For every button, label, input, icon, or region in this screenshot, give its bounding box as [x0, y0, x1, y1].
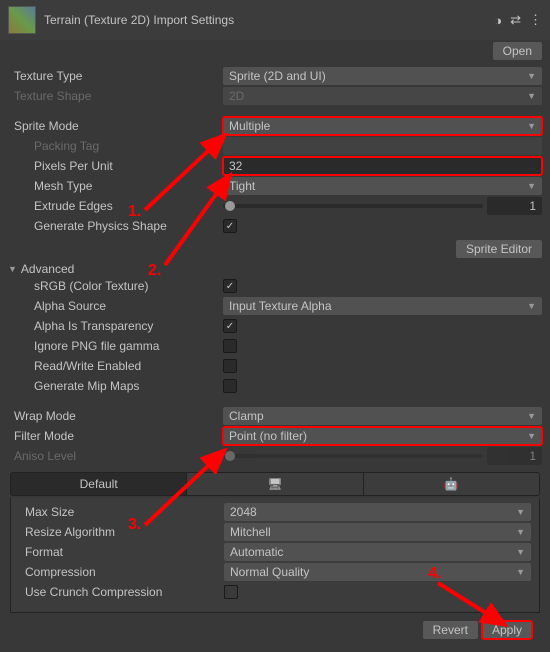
read-write-checkbox[interactable]	[223, 359, 237, 373]
aniso-level-value: 1	[487, 447, 542, 465]
open-button[interactable]: Open	[493, 42, 542, 60]
packing-tag-label: Packing Tag	[8, 139, 223, 153]
aniso-level-label: Aniso Level	[8, 449, 223, 463]
platform-tabs: Default 🖥 🤖	[10, 472, 540, 496]
generate-physics-shape-checkbox[interactable]: ✓	[223, 219, 237, 233]
sprite-mode-label: Sprite Mode	[8, 119, 223, 133]
ignore-png-gamma-checkbox[interactable]	[223, 339, 237, 353]
resize-algorithm-label: Resize Algorithm	[19, 525, 224, 539]
max-size-dropdown[interactable]: 2048▼	[224, 503, 531, 521]
tab-standalone[interactable]: 🖥	[187, 473, 363, 495]
extrude-edges-label: Extrude Edges	[8, 199, 223, 213]
menu-icon[interactable]: ⋮	[529, 12, 542, 28]
extrude-edges-value[interactable]: 1	[487, 197, 542, 215]
revert-button[interactable]: Revert	[423, 621, 478, 639]
mesh-type-label: Mesh Type	[8, 179, 223, 193]
compression-label: Compression	[19, 565, 224, 579]
help-icon[interactable]: ◑	[494, 13, 502, 28]
alpha-transparency-label: Alpha Is Transparency	[8, 319, 223, 333]
texture-shape-label: Texture Shape	[8, 89, 223, 103]
generate-physics-shape-label: Generate Physics Shape	[8, 219, 223, 233]
srgb-label: sRGB (Color Texture)	[8, 279, 223, 293]
mesh-type-dropdown[interactable]: Tight▼	[223, 177, 542, 195]
header-title: Terrain (Texture 2D) Import Settings	[44, 13, 494, 27]
header: Terrain (Texture 2D) Import Settings ◑ ⇄…	[0, 0, 550, 40]
use-crunch-checkbox[interactable]	[224, 585, 238, 599]
monitor-icon: 🖥	[267, 477, 282, 491]
extrude-edges-slider[interactable]	[223, 204, 483, 208]
format-dropdown[interactable]: Automatic▼	[224, 543, 531, 561]
format-label: Format	[19, 545, 224, 559]
sprite-editor-button[interactable]: Sprite Editor	[456, 240, 542, 258]
ignore-png-gamma-label: Ignore PNG file gamma	[8, 339, 223, 353]
texture-type-label: Texture Type	[8, 69, 223, 83]
alpha-transparency-checkbox[interactable]: ✓	[223, 319, 237, 333]
alpha-source-label: Alpha Source	[8, 299, 223, 313]
use-crunch-label: Use Crunch Compression	[19, 585, 224, 599]
texture-type-dropdown[interactable]: Sprite (2D and UI)▼	[223, 67, 542, 85]
chevron-down-icon: ▼	[8, 264, 17, 274]
alpha-source-dropdown[interactable]: Input Texture Alpha▼	[223, 297, 542, 315]
sprite-mode-dropdown[interactable]: Multiple▼	[223, 117, 542, 135]
pixels-per-unit-label: Pixels Per Unit	[8, 159, 223, 173]
android-icon: 🤖	[444, 477, 459, 491]
aniso-level-slider	[223, 454, 483, 458]
resize-algorithm-dropdown[interactable]: Mitchell▼	[224, 523, 531, 541]
pixels-per-unit-input[interactable]	[223, 157, 542, 175]
filter-mode-dropdown[interactable]: Point (no filter)▼	[223, 427, 542, 445]
tab-default[interactable]: Default	[11, 473, 187, 495]
generate-mipmaps-label: Generate Mip Maps	[8, 379, 223, 393]
texture-shape-dropdown: 2D▼	[223, 87, 542, 105]
max-size-label: Max Size	[19, 505, 224, 519]
filter-mode-label: Filter Mode	[8, 429, 223, 443]
asset-thumbnail-icon	[8, 6, 36, 34]
wrap-mode-dropdown[interactable]: Clamp▼	[223, 407, 542, 425]
advanced-foldout[interactable]: ▼ Advanced	[8, 262, 542, 276]
read-write-label: Read/Write Enabled	[8, 359, 223, 373]
compression-dropdown[interactable]: Normal Quality▼	[224, 563, 531, 581]
preset-icon[interactable]: ⇄	[510, 12, 521, 28]
tab-android[interactable]: 🤖	[364, 473, 539, 495]
apply-button[interactable]: Apply	[482, 621, 532, 639]
generate-mipmaps-checkbox[interactable]	[223, 379, 237, 393]
srgb-checkbox[interactable]: ✓	[223, 279, 237, 293]
wrap-mode-label: Wrap Mode	[8, 409, 223, 423]
packing-tag-input[interactable]	[223, 137, 542, 155]
